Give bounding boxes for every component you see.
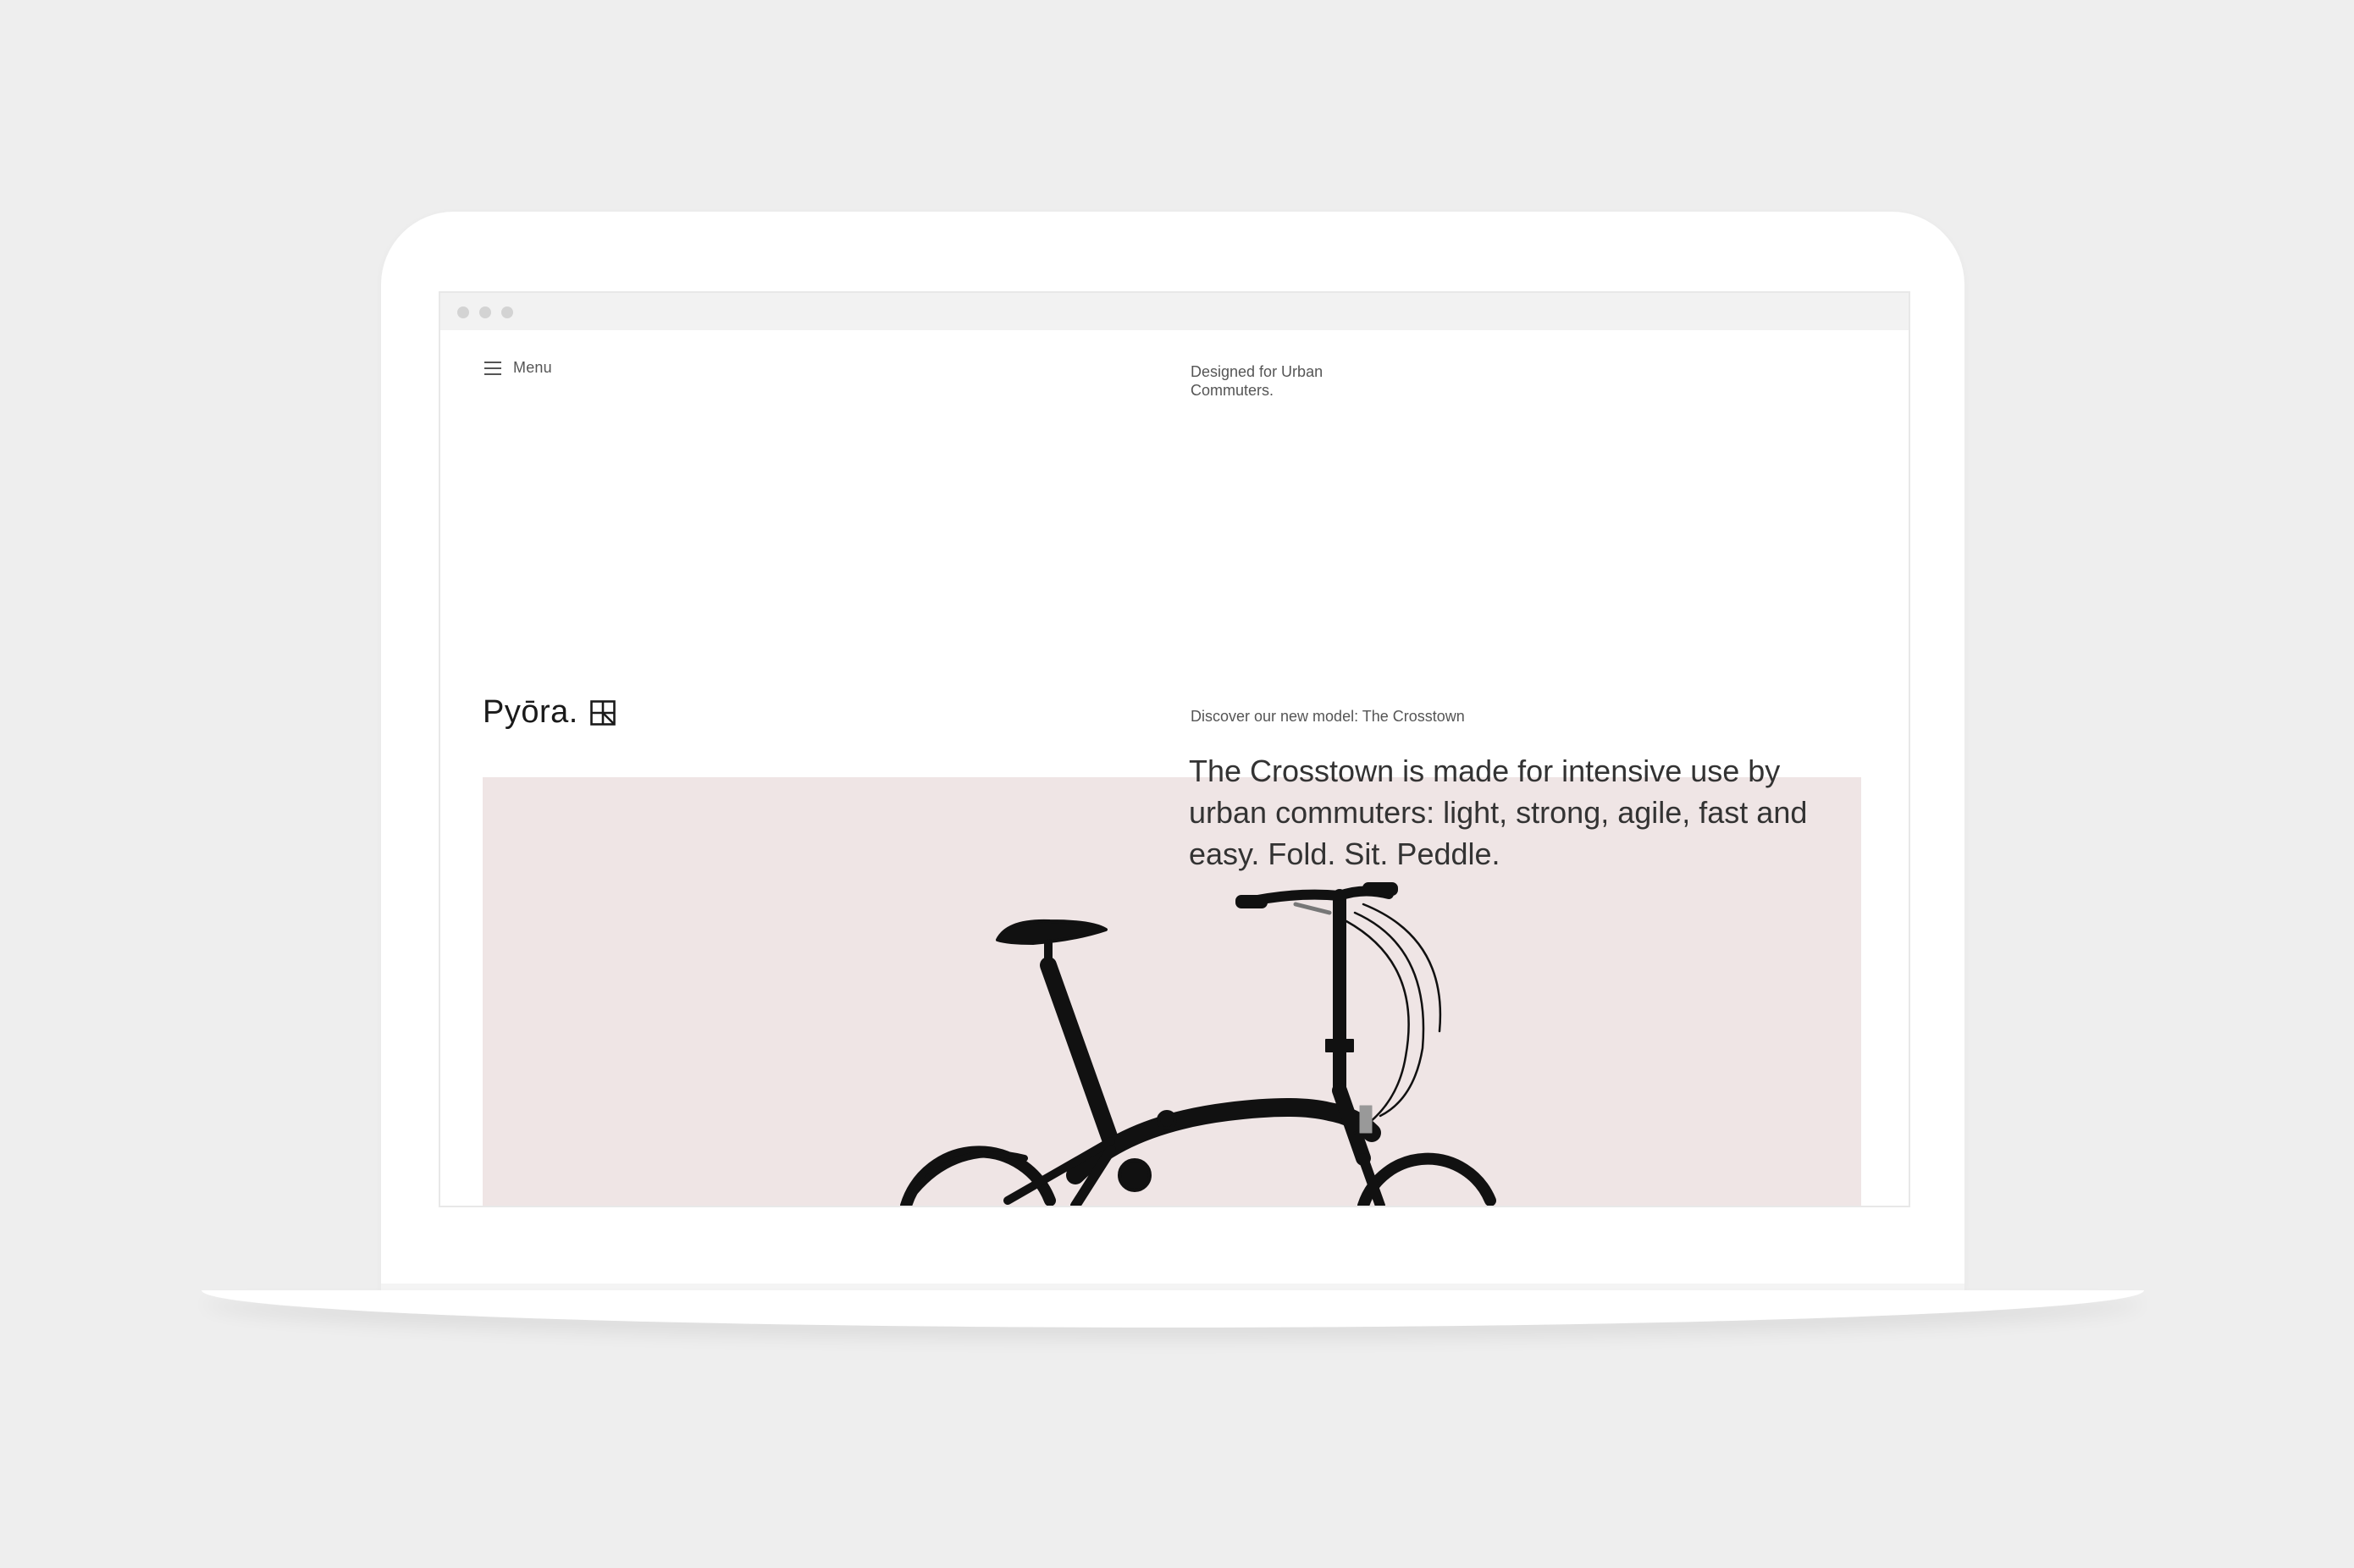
menu-button[interactable]: Menu [484,359,552,377]
hero-headline: The Crosstown is made for intensive use … [1189,754,1808,871]
brand-logo[interactable]: Pyōra. [483,694,616,731]
window-maximize-dot[interactable] [501,306,513,318]
menu-label: Menu [513,359,552,376]
browser-title-bar [440,293,1909,331]
hero-eyebrow[interactable]: Discover our new model: The Crosstown [1191,708,1465,726]
laptop-base [202,1290,2144,1328]
hamburger-icon [484,362,501,375]
browser-window: Menu Designed for Urban Commuters. Pyōra… [439,291,1910,1207]
logo-mark-icon [590,699,616,726]
web-page: Menu Designed for Urban Commuters. Pyōra… [440,330,1909,1206]
logo-text: Pyōra. [483,694,578,730]
window-minimize-dot[interactable] [479,306,491,318]
tagline: Designed for Urban Commuters. [1191,363,1323,399]
window-close-dot[interactable] [457,306,469,318]
